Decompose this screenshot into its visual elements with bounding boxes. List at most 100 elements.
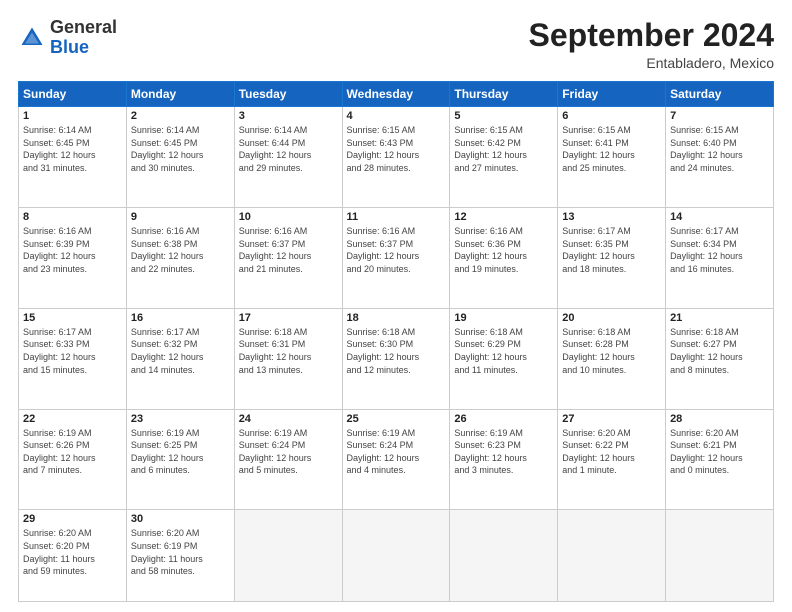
table-row: 25 Sunrise: 6:19 AMSunset: 6:24 PMDayligh… <box>342 409 450 510</box>
day-number: 8 <box>23 211 122 223</box>
table-row: 28 Sunrise: 6:20 AMSunset: 6:21 PMDayligh… <box>666 409 774 510</box>
table-row: 9Sunrise: 6:16 AMSunset: 6:38 PMDaylight… <box>126 207 234 308</box>
table-row: 13Sunrise: 6:17 AMSunset: 6:35 PMDayligh… <box>558 207 666 308</box>
day-info: Sunrise: 6:16 AMSunset: 6:36 PMDaylight:… <box>454 226 527 274</box>
day-number: 13 <box>562 211 661 223</box>
month-title: September 2024 <box>529 18 774 53</box>
day-info: Sunrise: 6:15 AMSunset: 6:42 PMDaylight:… <box>454 125 527 173</box>
table-row: 11Sunrise: 6:16 AMSunset: 6:37 PMDayligh… <box>342 207 450 308</box>
day-number: 24 <box>239 413 338 425</box>
day-info: Sunrise: 6:14 AMSunset: 6:44 PMDaylight:… <box>239 125 312 173</box>
table-row <box>234 510 342 602</box>
day-number: 20 <box>562 312 661 324</box>
day-info: Sunrise: 6:19 AMSunset: 6:26 PMDaylight:… <box>23 428 96 476</box>
table-row <box>342 510 450 602</box>
day-number: 5 <box>454 110 553 122</box>
day-number: 27 <box>562 413 661 425</box>
day-info: Sunrise: 6:16 AMSunset: 6:37 PMDaylight:… <box>239 226 312 274</box>
day-number: 21 <box>670 312 769 324</box>
day-info: Sunrise: 6:19 AMSunset: 6:25 PMDaylight:… <box>131 428 204 476</box>
table-row: 4 Sunrise: 6:15 AMSunset: 6:43 PMDaylight… <box>342 107 450 208</box>
table-row: 20Sunrise: 6:18 AMSunset: 6:28 PMDayligh… <box>558 308 666 409</box>
day-info: Sunrise: 6:19 AMSunset: 6:24 PMDaylight:… <box>347 428 420 476</box>
day-number: 6 <box>562 110 661 122</box>
table-row <box>558 510 666 602</box>
col-thursday: Thursday <box>450 82 558 107</box>
table-row: 6Sunrise: 6:15 AMSunset: 6:41 PMDaylight… <box>558 107 666 208</box>
day-info: Sunrise: 6:20 AMSunset: 6:20 PMDaylight:… <box>23 528 95 576</box>
col-sunday: Sunday <box>19 82 127 107</box>
day-info: Sunrise: 6:18 AMSunset: 6:27 PMDaylight:… <box>670 327 743 375</box>
day-info: Sunrise: 6:20 AMSunset: 6:21 PMDaylight:… <box>670 428 743 476</box>
col-friday: Friday <box>558 82 666 107</box>
day-info: Sunrise: 6:17 AMSunset: 6:32 PMDaylight:… <box>131 327 204 375</box>
calendar-week-row: 15 Sunrise: 6:17 AMSunset: 6:33 PMDayligh… <box>19 308 774 409</box>
col-wednesday: Wednesday <box>342 82 450 107</box>
day-number: 25 <box>347 413 446 425</box>
day-number: 12 <box>454 211 553 223</box>
calendar-header-row: Sunday Monday Tuesday Wednesday Thursday… <box>19 82 774 107</box>
day-number: 23 <box>131 413 230 425</box>
calendar-week-row: 8 Sunrise: 6:16 AMSunset: 6:39 PMDaylight… <box>19 207 774 308</box>
day-number: 18 <box>347 312 446 324</box>
day-info: Sunrise: 6:16 AMSunset: 6:37 PMDaylight:… <box>347 226 420 274</box>
day-number: 28 <box>670 413 769 425</box>
table-row: 24Sunrise: 6:19 AMSunset: 6:24 PMDayligh… <box>234 409 342 510</box>
day-number: 14 <box>670 211 769 223</box>
table-row: 5 Sunrise: 6:15 AMSunset: 6:42 PMDaylight… <box>450 107 558 208</box>
table-row: 12 Sunrise: 6:16 AMSunset: 6:36 PMDayligh… <box>450 207 558 308</box>
day-number: 2 <box>131 110 230 122</box>
table-row <box>450 510 558 602</box>
day-number: 4 <box>347 110 446 122</box>
table-row: 7Sunrise: 6:15 AMSunset: 6:40 PMDaylight… <box>666 107 774 208</box>
day-number: 9 <box>131 211 230 223</box>
table-row: 26Sunrise: 6:19 AMSunset: 6:23 PMDayligh… <box>450 409 558 510</box>
logo-icon <box>18 24 46 52</box>
table-row: 23 Sunrise: 6:19 AMSunset: 6:25 PMDayligh… <box>126 409 234 510</box>
table-row: 30 Sunrise: 6:20 AMSunset: 6:19 PMDayligh… <box>126 510 234 602</box>
day-number: 22 <box>23 413 122 425</box>
table-row: 10 Sunrise: 6:16 AMSunset: 6:37 PMDayligh… <box>234 207 342 308</box>
location: Entabladero, Mexico <box>529 55 774 71</box>
day-info: Sunrise: 6:17 AMSunset: 6:34 PMDaylight:… <box>670 226 743 274</box>
table-row: 18 Sunrise: 6:18 AMSunset: 6:30 PMDayligh… <box>342 308 450 409</box>
day-info: Sunrise: 6:15 AMSunset: 6:43 PMDaylight:… <box>347 125 420 173</box>
day-info: Sunrise: 6:17 AMSunset: 6:33 PMDaylight:… <box>23 327 96 375</box>
table-row: 27 Sunrise: 6:20 AMSunset: 6:22 PMDayligh… <box>558 409 666 510</box>
day-info: Sunrise: 6:20 AMSunset: 6:22 PMDaylight:… <box>562 428 635 476</box>
calendar-week-row: 22 Sunrise: 6:19 AMSunset: 6:26 PMDayligh… <box>19 409 774 510</box>
col-saturday: Saturday <box>666 82 774 107</box>
table-row: 21 Sunrise: 6:18 AMSunset: 6:27 PMDayligh… <box>666 308 774 409</box>
page: General Blue September 2024 Entabladero,… <box>0 0 792 612</box>
table-row: 14 Sunrise: 6:17 AMSunset: 6:34 PMDayligh… <box>666 207 774 308</box>
day-number: 1 <box>23 110 122 122</box>
title-block: September 2024 Entabladero, Mexico <box>529 18 774 71</box>
day-info: Sunrise: 6:14 AMSunset: 6:45 PMDaylight:… <box>131 125 204 173</box>
day-info: Sunrise: 6:18 AMSunset: 6:29 PMDaylight:… <box>454 327 527 375</box>
day-info: Sunrise: 6:15 AMSunset: 6:40 PMDaylight:… <box>670 125 743 173</box>
day-info: Sunrise: 6:16 AMSunset: 6:39 PMDaylight:… <box>23 226 96 274</box>
table-row: 1Sunrise: 6:14 AMSunset: 6:45 PMDaylight… <box>19 107 127 208</box>
calendar-week-row: 29Sunrise: 6:20 AMSunset: 6:20 PMDayligh… <box>19 510 774 602</box>
header: General Blue September 2024 Entabladero,… <box>18 18 774 71</box>
day-number: 10 <box>239 211 338 223</box>
table-row: 19Sunrise: 6:18 AMSunset: 6:29 PMDayligh… <box>450 308 558 409</box>
table-row: 16 Sunrise: 6:17 AMSunset: 6:32 PMDayligh… <box>126 308 234 409</box>
table-row: 29Sunrise: 6:20 AMSunset: 6:20 PMDayligh… <box>19 510 127 602</box>
day-info: Sunrise: 6:18 AMSunset: 6:31 PMDaylight:… <box>239 327 312 375</box>
day-info: Sunrise: 6:18 AMSunset: 6:30 PMDaylight:… <box>347 327 420 375</box>
table-row: 3Sunrise: 6:14 AMSunset: 6:44 PMDaylight… <box>234 107 342 208</box>
table-row <box>666 510 774 602</box>
table-row: 15 Sunrise: 6:17 AMSunset: 6:33 PMDayligh… <box>19 308 127 409</box>
day-number: 30 <box>131 513 230 525</box>
table-row: 2 Sunrise: 6:14 AMSunset: 6:45 PMDaylight… <box>126 107 234 208</box>
logo-blue: Blue <box>50 37 89 57</box>
day-info: Sunrise: 6:20 AMSunset: 6:19 PMDaylight:… <box>131 528 203 576</box>
logo-text: General Blue <box>50 18 117 58</box>
day-number: 17 <box>239 312 338 324</box>
day-info: Sunrise: 6:19 AMSunset: 6:23 PMDaylight:… <box>454 428 527 476</box>
table-row: 8 Sunrise: 6:16 AMSunset: 6:39 PMDaylight… <box>19 207 127 308</box>
day-number: 16 <box>131 312 230 324</box>
table-row: 17 Sunrise: 6:18 AMSunset: 6:31 PMDayligh… <box>234 308 342 409</box>
day-number: 15 <box>23 312 122 324</box>
